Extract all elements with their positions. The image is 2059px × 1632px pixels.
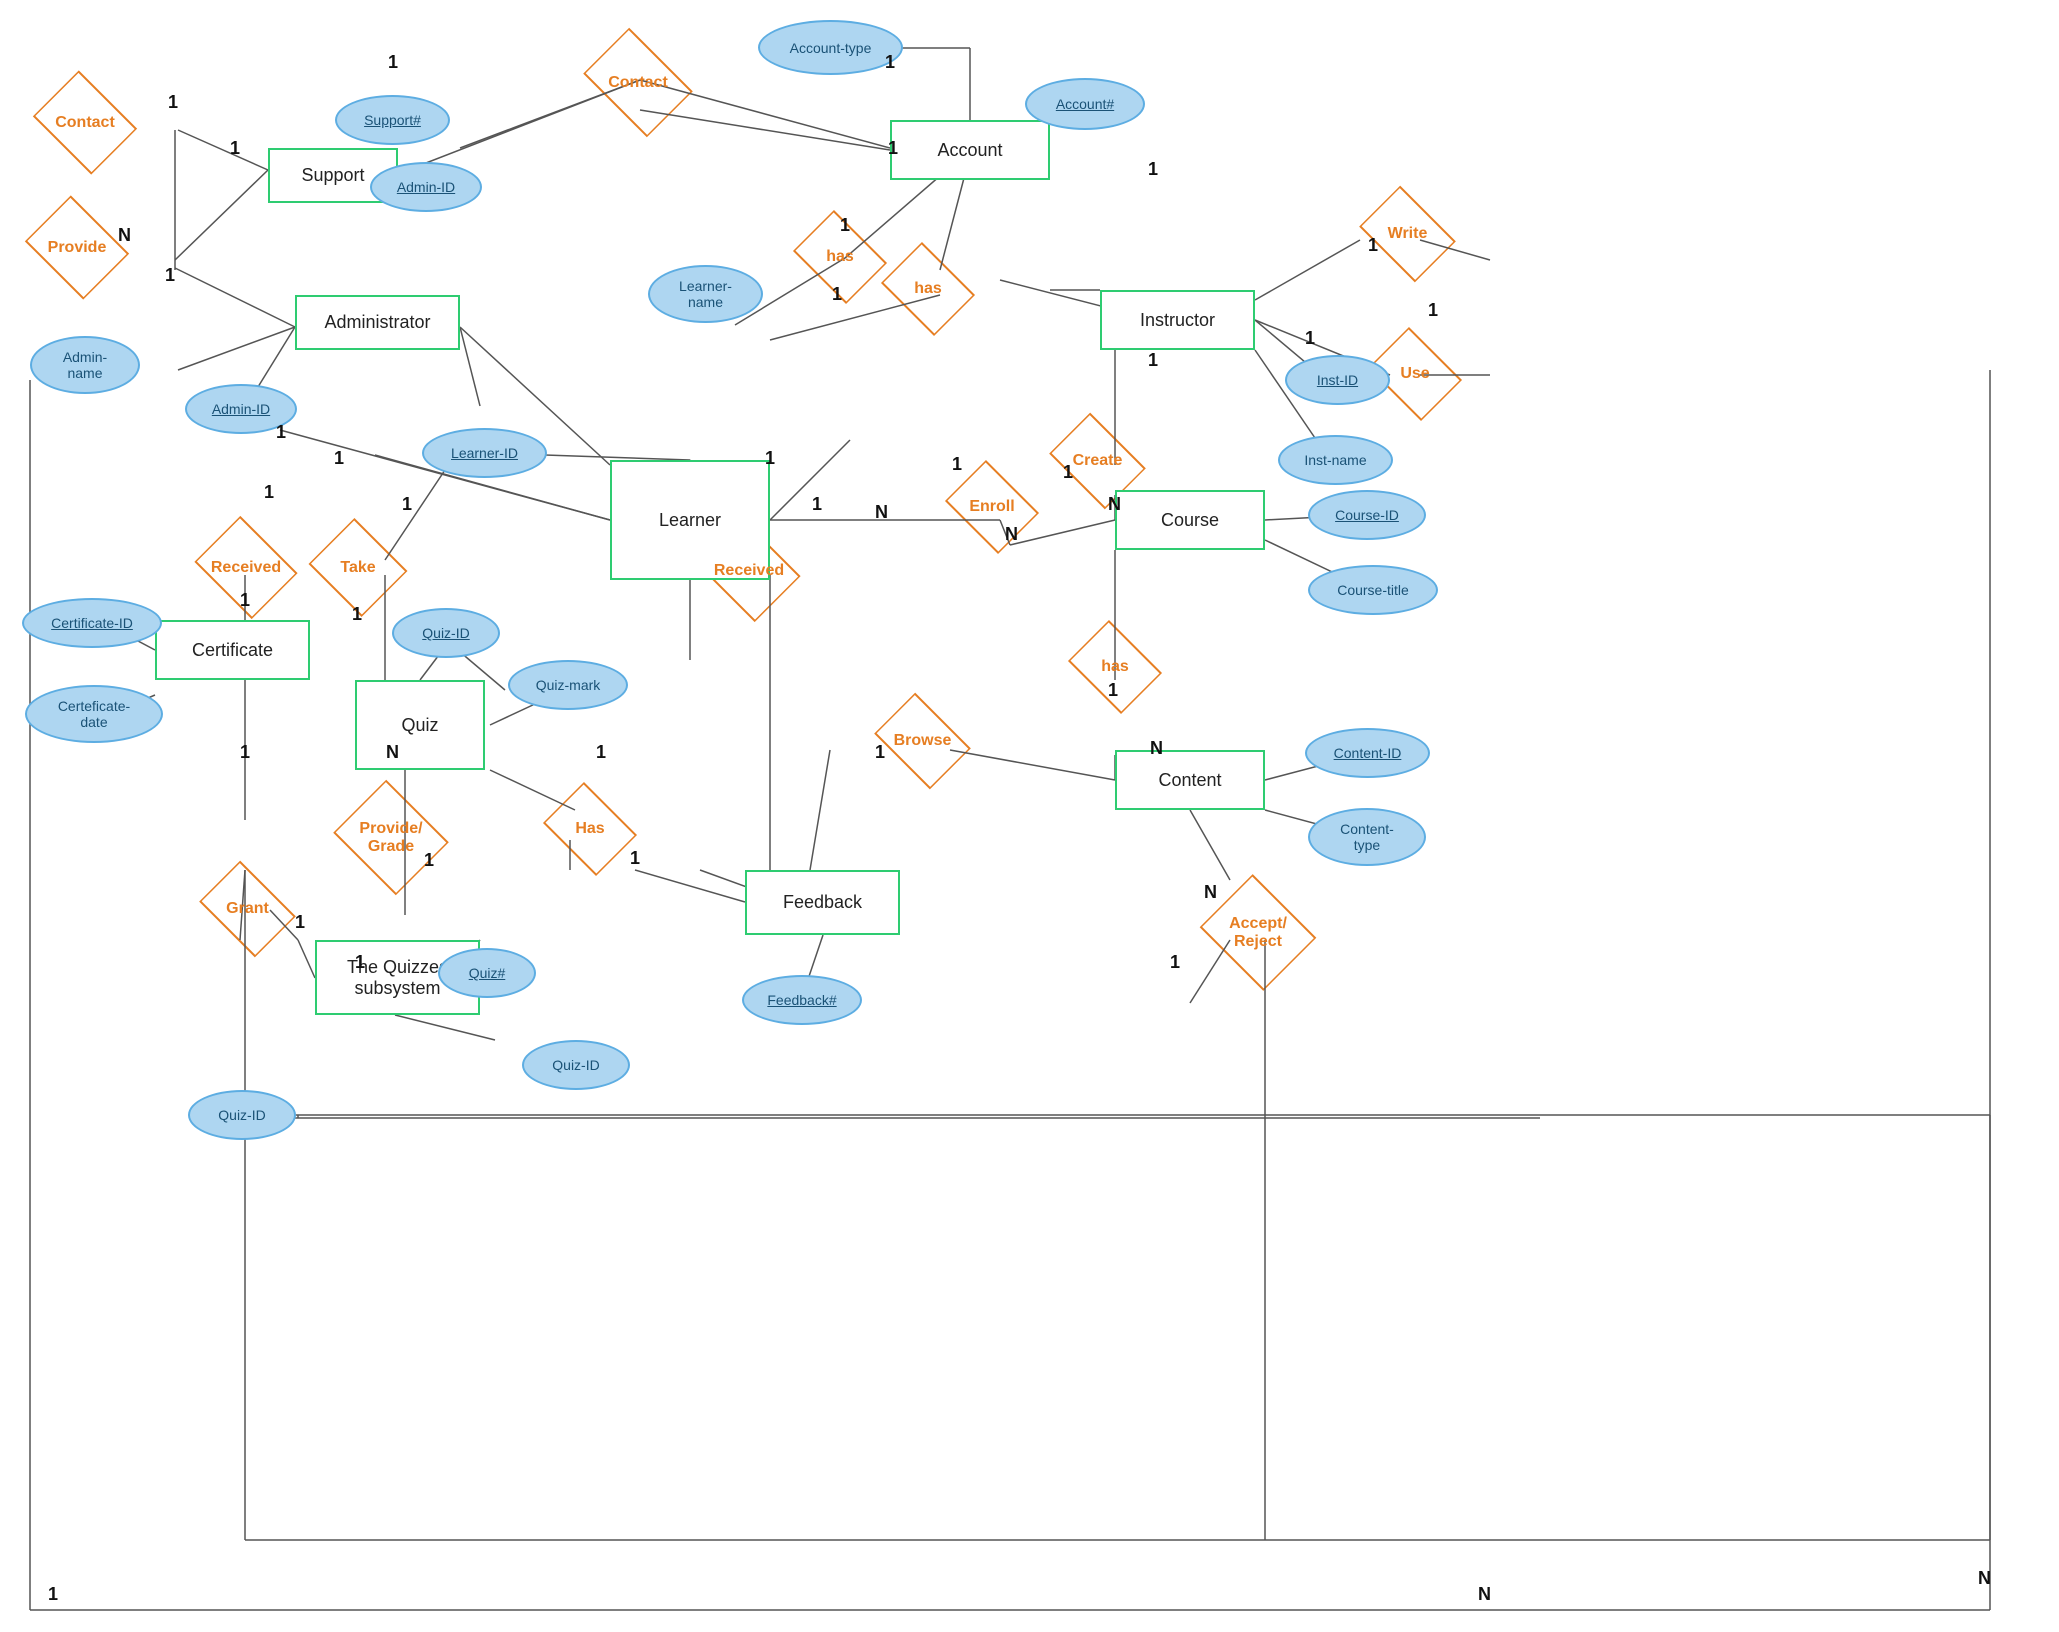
card-12: 1 (1428, 300, 1438, 321)
attr-learner-name: Learner-name (648, 265, 763, 323)
card-33: 1 (875, 742, 885, 763)
card-28: 1 (240, 742, 250, 763)
card-17: N (1005, 524, 1018, 545)
rel-grant: Grant (195, 880, 300, 938)
rel-has1: has (790, 228, 890, 286)
rel-contact1: Contact (30, 90, 140, 155)
attr-content-id: Content-ID (1305, 728, 1430, 778)
entity-administrator: Administrator (295, 295, 460, 350)
attr-course-id: Course-ID (1308, 490, 1426, 540)
attr-learner-id: Learner-ID (422, 428, 547, 478)
card-16: N (1108, 494, 1121, 515)
rel-has-quiz: Has (540, 800, 640, 858)
rel-enroll: Enroll (942, 478, 1042, 536)
card-7: 1 (888, 138, 898, 159)
card-21: 1 (334, 448, 344, 469)
attr-content-type: Content-type (1308, 808, 1426, 866)
card-29: N (386, 742, 399, 763)
attr-quiz-id-bottom: Quiz-ID (188, 1090, 296, 1140)
card-22: 1 (352, 604, 362, 625)
card-40: 1 (48, 1584, 58, 1605)
card-1: 1 (168, 92, 178, 113)
card-5: 1 (388, 52, 398, 73)
card-6: 1 (885, 52, 895, 73)
rel-take: Take (308, 535, 408, 600)
card-20: 1 (264, 482, 274, 503)
er-diagram: Account Support Administrator Learner In… (0, 0, 2059, 1632)
rel-create: Create (1045, 432, 1150, 490)
card-2: 1 (230, 138, 240, 159)
attr-inst-name: Inst-name (1278, 435, 1393, 485)
card-15: 1 (1063, 462, 1073, 483)
rel-accept-reject: Accept/Reject (1198, 895, 1318, 970)
attr-admin-name: Admin-name (30, 336, 140, 394)
rel-provide: Provide (22, 215, 132, 280)
attr-account-type: Account-type (758, 20, 903, 75)
card-19: 1 (276, 422, 286, 443)
attr-cert-date: Certeficate-date (25, 685, 163, 743)
entity-feedback: Feedback (745, 870, 900, 935)
entity-instructor: Instructor (1100, 290, 1255, 350)
attr-quiz-mark: Quiz-mark (508, 660, 628, 710)
card-24: 1 (765, 448, 775, 469)
card-11: 1 (1368, 235, 1378, 256)
card-3: N (118, 225, 131, 246)
card-14: 1 (1148, 350, 1158, 371)
card-41: N (1978, 1568, 1991, 1589)
card-13: 1 (1305, 328, 1315, 349)
card-25: 1 (812, 494, 822, 515)
entity-content: Content (1115, 750, 1265, 810)
connector-lines (0, 0, 2059, 1632)
attr-feedback-num: Feedback# (742, 975, 862, 1025)
card-9: 1 (832, 284, 842, 305)
card-35: N (1150, 738, 1163, 759)
card-36: N (1204, 882, 1217, 903)
rel-contact2: Contact (578, 50, 698, 115)
card-8: 1 (840, 215, 850, 236)
card-39: 1 (355, 952, 365, 973)
card-23: 1 (402, 494, 412, 515)
card-10: 1 (1148, 159, 1158, 180)
card-31: 1 (596, 742, 606, 763)
rel-has2: has (878, 260, 978, 318)
rel-browse: Browse (870, 712, 975, 770)
card-30: 1 (424, 850, 434, 871)
attr-admin-id1: Admin-ID (370, 162, 482, 212)
card-26: N (875, 502, 888, 523)
card-34: 1 (1108, 680, 1118, 701)
card-42: N (1478, 1584, 1491, 1605)
entity-certificate: Certificate (155, 620, 310, 680)
card-27: 1 (240, 590, 250, 611)
attr-quiz-num: Quiz# (438, 948, 536, 998)
attr-account-num: Account# (1025, 78, 1145, 130)
attr-course-title: Course-title (1308, 565, 1438, 615)
attr-quiz-id2: Quiz-ID (522, 1040, 630, 1090)
entity-account: Account (890, 120, 1050, 180)
card-18: 1 (952, 454, 962, 475)
attr-support-num: Support# (335, 95, 450, 145)
entity-course: Course (1115, 490, 1265, 550)
card-38: 1 (295, 912, 305, 933)
attr-cert-id: Certificate-ID (22, 598, 162, 648)
card-32: 1 (630, 848, 640, 869)
entity-quiz: Quiz (355, 680, 485, 770)
attr-quiz-id1: Quiz-ID (392, 608, 500, 658)
card-4: 1 (165, 265, 175, 286)
rel-received2: Received (695, 538, 803, 603)
attr-inst-id: Inst-ID (1285, 355, 1390, 405)
card-37: 1 (1170, 952, 1180, 973)
